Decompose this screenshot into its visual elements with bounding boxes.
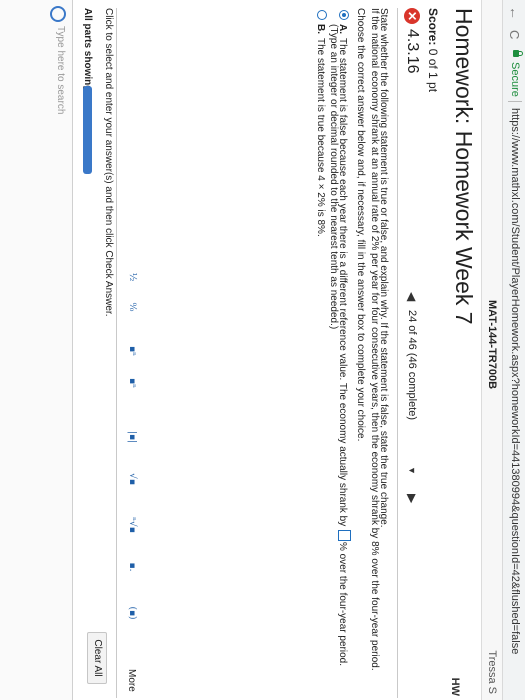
instructions-text: Click to select and enter your answer(s)… (103, 8, 114, 317)
chevron-down-icon[interactable]: ▼ (407, 466, 417, 475)
radio-option-b[interactable] (317, 10, 327, 20)
parentheses-button[interactable]: (▪) (123, 601, 141, 625)
hw-label: HW (449, 677, 461, 696)
url-divider (508, 101, 522, 102)
rotated-screenshot: ← C Secure https://www.mathxl.com/Studen… (0, 0, 525, 700)
more-button[interactable]: More (126, 669, 137, 692)
math-palette: ½ ⁰⁄₀ ▪ⁿ ▪ⁿ |▪| √▪ ⁿ√▪ ▪. (▪) More (119, 265, 141, 700)
user-name[interactable]: Tressa S (486, 650, 498, 694)
option-b[interactable]: B. The statement is true because 4 × 2% i… (315, 10, 327, 237)
score-value: 0 of 1 pt (426, 48, 440, 93)
course-title: MAT-144-TR700B (486, 300, 498, 390)
question-premise: If the national economy shrank at an ann… (369, 8, 380, 671)
clear-all-button[interactable]: Clear All (87, 632, 107, 684)
score-label: Score: 0 of 1 pt (426, 8, 440, 92)
course-header: MAT-144-TR700B Tressa S (481, 0, 502, 700)
divider (116, 8, 117, 698)
browser-toolbar: ← C Secure https://www.mathxl.com/Studen… (502, 0, 525, 700)
score-label-text: Score: (426, 8, 440, 46)
option-a-note: (Type an integer or decimal rounded to t… (328, 24, 339, 330)
cortana-icon[interactable] (50, 6, 66, 22)
parts-showing-label: All parts showing (82, 8, 93, 92)
question-number: 4.3.16 (404, 29, 421, 74)
incorrect-x-icon: ✕ (404, 8, 420, 24)
fraction-button[interactable]: ½ (123, 265, 141, 289)
lock-icon (513, 50, 519, 57)
question-nav-row: ✕ 4.3.16 ◀ 24 of 46 (46 complete) ▼ ▶ (400, 8, 422, 693)
back-arrow-icon[interactable]: ← (507, 6, 523, 20)
taskbar-search[interactable]: Type here to search (55, 26, 66, 114)
secure-label: Secure (509, 62, 521, 97)
option-a-text-after: % over the four-year period. (337, 542, 348, 666)
divider (72, 0, 73, 700)
parts-progress-bar (83, 86, 92, 174)
radio-option-a[interactable] (339, 10, 349, 20)
square-root-button[interactable]: √▪ (123, 467, 141, 491)
divider (397, 8, 398, 698)
answer-input-box[interactable] (338, 530, 351, 542)
option-b-letter: B. (315, 24, 326, 34)
exponent-button[interactable]: ▪ⁿ (123, 339, 141, 363)
reload-icon[interactable]: C (507, 30, 522, 39)
subscript-button[interactable]: ▪ⁿ (123, 371, 141, 395)
page-title: Homework: Homework Week 7 (451, 8, 477, 325)
mixed-number-button[interactable]: ⁰⁄₀ (123, 295, 141, 319)
option-b-text: The statement is true because 4 × 2% is … (315, 38, 326, 237)
address-bar[interactable]: https://www.mathxl.com/Student/PlayerHom… (509, 108, 521, 654)
question-instruction: Choose the correct answer below and, if … (355, 8, 366, 442)
taskbar: Type here to search (0, 0, 72, 700)
question-progress[interactable]: 24 of 46 (46 complete) (406, 310, 418, 420)
nth-root-button[interactable]: ⁿ√▪ (123, 513, 141, 537)
option-a[interactable]: A.The statement is false because each ye… (337, 10, 351, 666)
previous-question-icon[interactable]: ◀ (405, 292, 419, 301)
decimal-button[interactable]: ▪. (123, 555, 141, 579)
next-question-icon[interactable]: ▶ (405, 494, 419, 503)
absolute-value-button[interactable]: |▪| (123, 425, 141, 449)
